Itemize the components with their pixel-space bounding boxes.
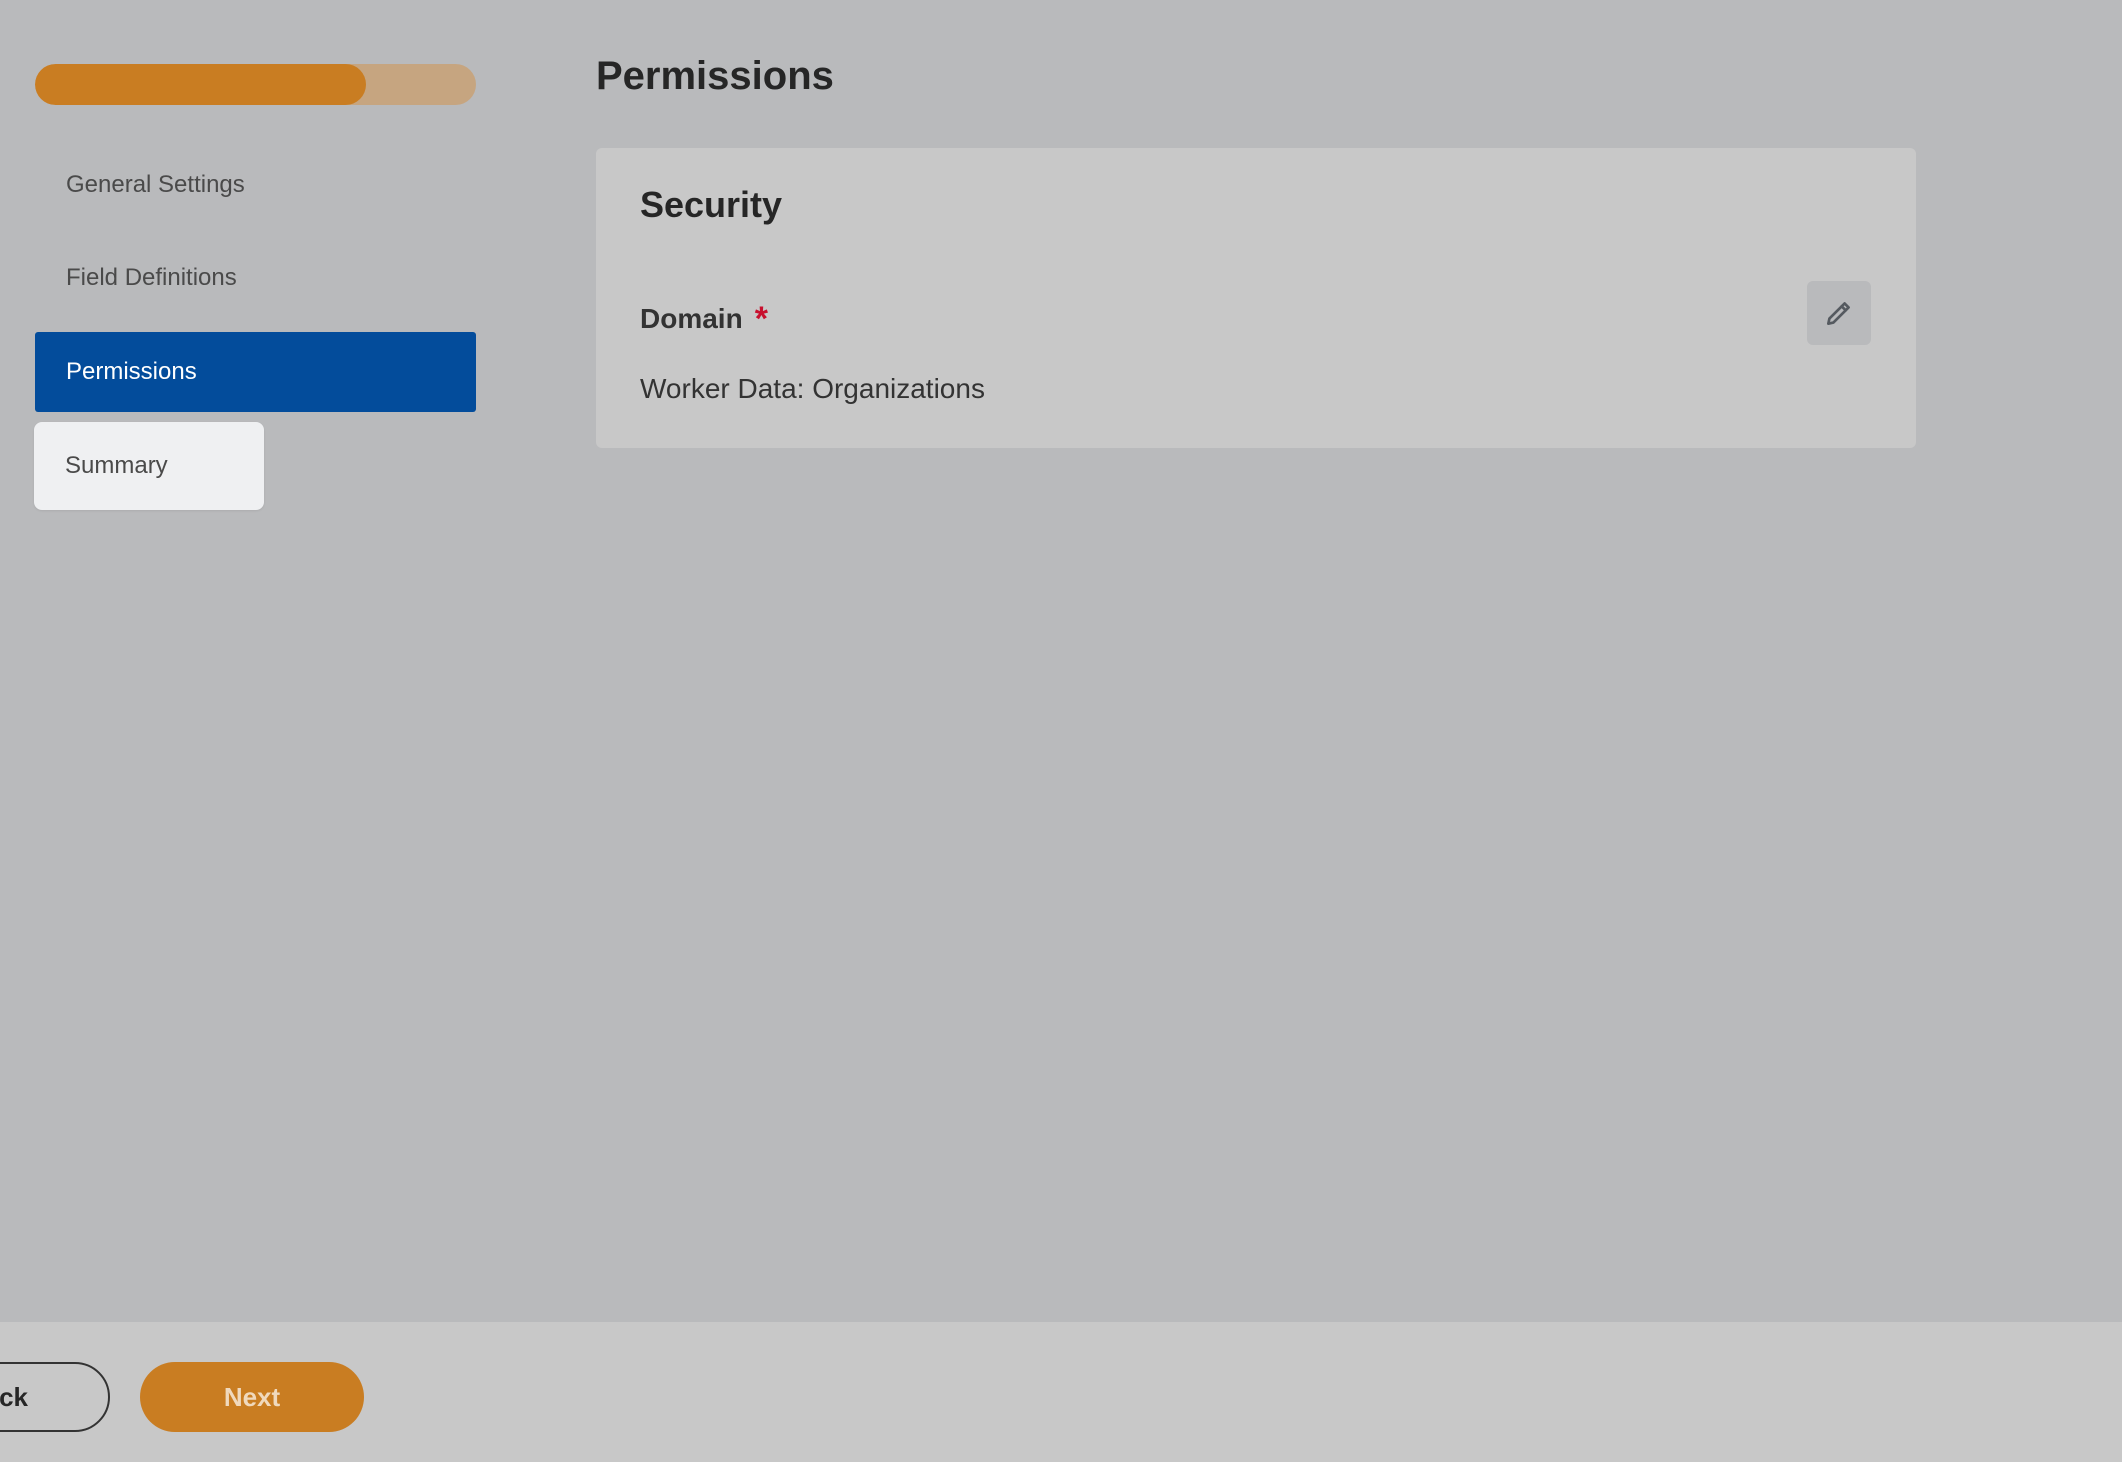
sidebar-item-label: Field Definitions [66,264,237,291]
edit-button[interactable] [1807,281,1871,345]
back-button[interactable]: ck [0,1362,110,1432]
sidebar-item-general-settings[interactable]: General Settings [35,145,476,225]
domain-label-text: Domain [640,303,743,334]
progress-bar [35,64,476,105]
progress-bar-fill [35,64,366,105]
sidebar-item-label: General Settings [66,171,245,198]
security-card: Security Domain * Worker Data: Organizat… [596,148,1916,448]
domain-field-value: Worker Data: Organizations [640,373,985,404]
pencil-icon [1827,302,1850,325]
page-title: Permissions [596,54,834,98]
sidebar-item-label: Summary [65,452,168,479]
card-title: Security [640,184,783,225]
sidebar-item-permissions[interactable]: Permissions [35,332,476,412]
footer-bar: ck Next [0,1322,2122,1462]
domain-field-label: Domain * [640,302,768,336]
required-indicator: * [754,300,768,338]
page: General Settings Field Definitions Permi… [0,0,2122,1462]
sidebar-item-summary[interactable]: Summary [34,422,264,510]
sidebar-item-label: Permissions [66,358,197,385]
sidebar-item-field-definitions[interactable]: Field Definitions [35,238,476,318]
next-button[interactable]: Next [140,1362,364,1432]
